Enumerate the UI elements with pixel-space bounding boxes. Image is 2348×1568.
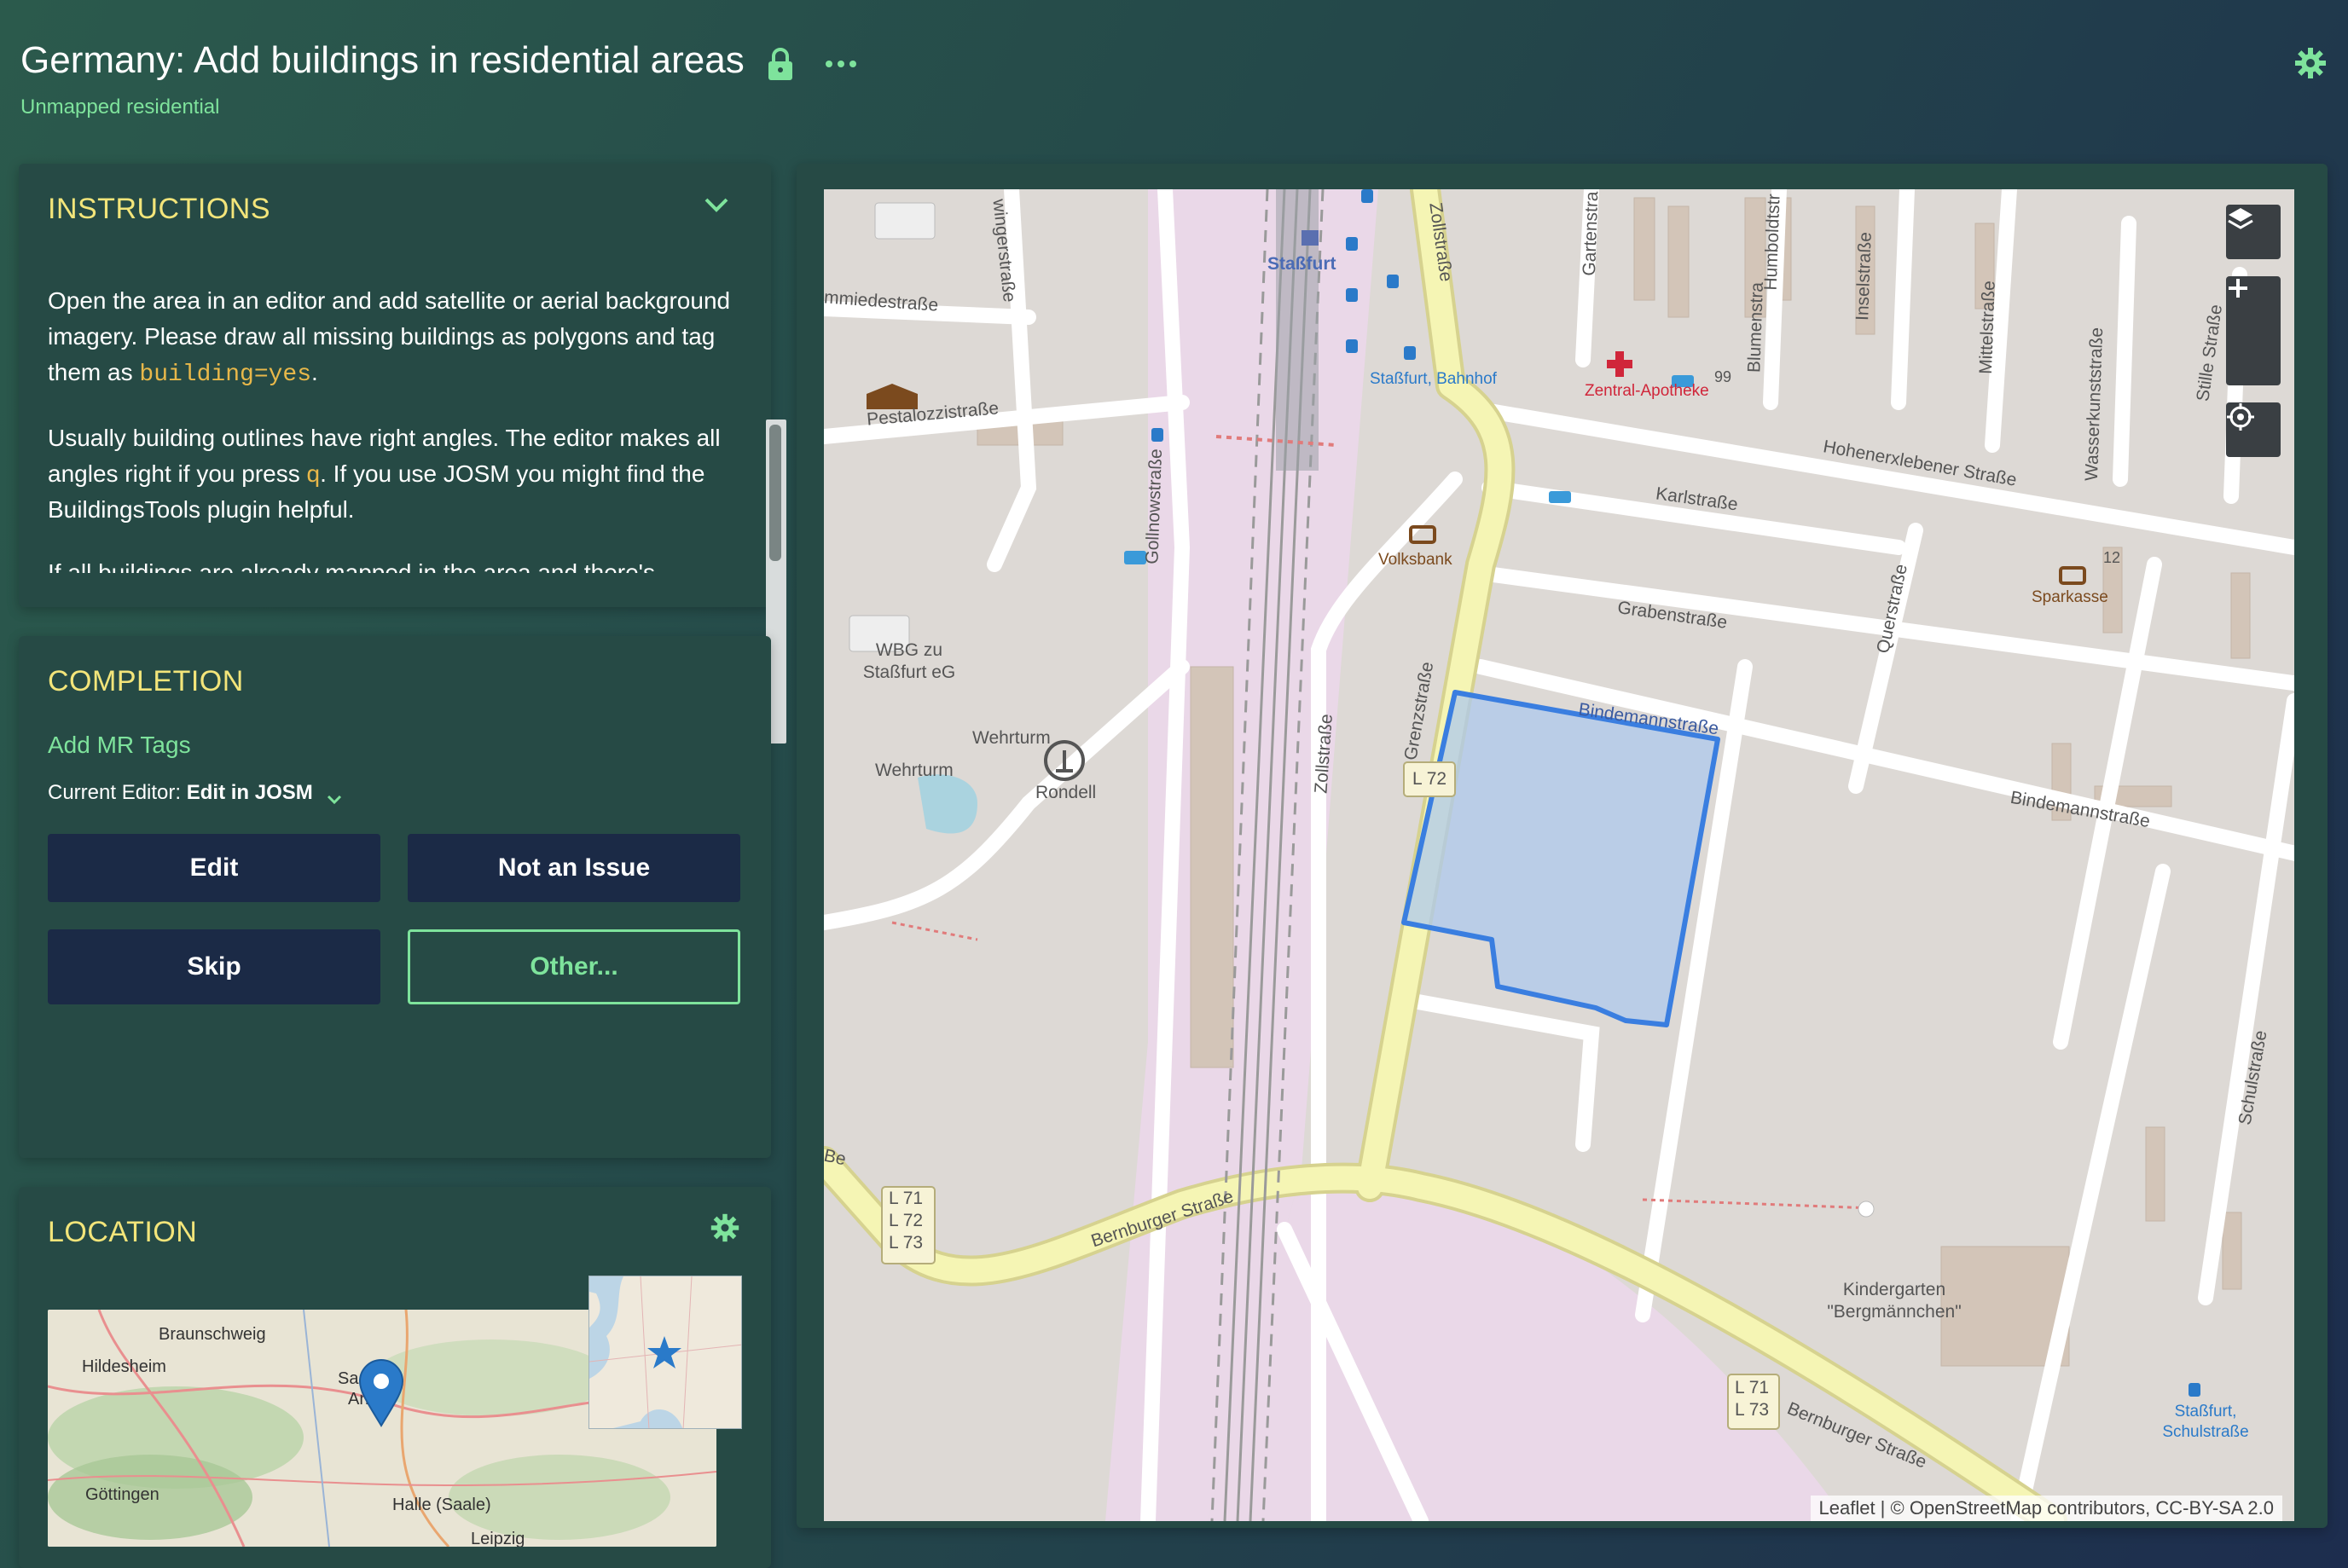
instructions-paragraph: Usually building outlines have right ang… <box>48 420 739 528</box>
map-label: L 72 <box>889 1211 924 1230</box>
task-subtitle: Unmapped residential <box>20 95 220 119</box>
map-label: L 71 <box>1735 1378 1770 1397</box>
map-label: Sparkasse <box>2032 588 2108 606</box>
instructions-panel: INSTRUCTIONS Open the area in an editor … <box>19 164 786 743</box>
layers-icon[interactable] <box>2226 205 2281 259</box>
map-tiles <box>824 189 2294 1521</box>
instructions-paragraph: Open the area in an editor and add satel… <box>48 283 739 393</box>
map-label: Kindergarten "Bergmännchen" <box>1827 1280 1962 1322</box>
editor-value[interactable]: Edit in JOSM <box>187 781 313 804</box>
completion-title: COMPLETION <box>48 665 244 697</box>
crosshair-icon[interactable] <box>2226 402 2281 457</box>
minimap-label: Hildesheim <box>82 1357 166 1376</box>
layers-control[interactable] <box>2226 205 2281 259</box>
map-label: WBG zu Staßfurt eG <box>862 640 956 682</box>
map-label: L 71 <box>889 1189 924 1208</box>
tag-code: building=yes <box>139 362 312 388</box>
map-label: Mittelstraße <box>1975 280 1999 375</box>
task-map[interactable]: Staßfurt mmiedestraße wingerstraße Pesta… <box>824 189 2294 1521</box>
task-title: Germany: Add buildings in residential ar… <box>20 39 745 81</box>
map-label: 99 <box>1714 368 1732 385</box>
scrollbar-thumb[interactable] <box>769 425 781 561</box>
map-label: Humboldtstr <box>1760 194 1784 291</box>
editor-label: Current Editor: <box>48 781 182 804</box>
minimap-label: Halle (Saale) <box>392 1496 491 1514</box>
gear-icon[interactable] <box>710 1212 740 1243</box>
location-title: LOCATION <box>48 1216 198 1248</box>
map-label: Wehrturm <box>875 761 954 780</box>
map-label: L 72 <box>1412 769 1447 789</box>
star-icon <box>647 1336 681 1368</box>
map-label: Staßfurt <box>1267 254 1336 274</box>
map-label: L 73 <box>889 1233 924 1253</box>
other-button[interactable]: Other... <box>408 929 740 1004</box>
chevron-down-icon[interactable] <box>703 194 730 215</box>
map-label: Blumenstra <box>1744 281 1767 373</box>
lock-icon[interactable] <box>766 48 795 82</box>
map-label: Be <box>824 1145 848 1170</box>
skip-button[interactable]: Skip <box>48 929 380 1004</box>
more-options-icon[interactable] <box>822 51 860 77</box>
chevron-down-icon[interactable] <box>327 788 342 804</box>
not-an-issue-button[interactable]: Not an Issue <box>408 834 740 902</box>
instructions-title: INSTRUCTIONS <box>48 193 270 225</box>
map-label: Volksbank <box>1378 551 1452 569</box>
overview-inset-map[interactable] <box>588 1276 742 1429</box>
instructions-text-span: . <box>311 359 318 385</box>
zoom-out-icon[interactable] <box>2226 286 2281 385</box>
task-header: Germany: Add buildings in residential ar… <box>20 34 2328 128</box>
map-attribution[interactable]: Leaflet | © OpenStreetMap contributors, … <box>1810 1496 2282 1521</box>
instructions-text: Open the area in an editor and add satel… <box>48 283 739 573</box>
map-label: Rondell <box>1035 783 1097 802</box>
map-label: 12 <box>2103 549 2121 566</box>
map-label: Staßfurt, Bahnhof <box>1370 370 1497 388</box>
location-pin-icon <box>358 1359 404 1427</box>
shortcut-key: q <box>306 460 321 487</box>
map-label: Inselstraße <box>1852 231 1876 321</box>
map-label: Gollnowstraße <box>1142 448 1167 565</box>
editor-selector[interactable]: Current Editor: Edit in JOSM <box>48 781 342 805</box>
edit-button[interactable]: Edit <box>48 834 380 902</box>
map-label: Wehrturm <box>972 728 1051 748</box>
completion-panel: COMPLETION Add MR Tags Current Editor: E… <box>19 636 771 1158</box>
map-label: L 73 <box>1735 1400 1770 1420</box>
locate-control[interactable] <box>2226 402 2281 457</box>
minimap-label: Sa <box>338 1369 359 1388</box>
map-label: Staßfurt, Schulstraße <box>2162 1403 2249 1441</box>
zoom-control <box>2226 276 2281 385</box>
instructions-paragraph: If all buildings are already mapped in t… <box>48 559 656 573</box>
minimap-label: Göttingen <box>85 1485 159 1504</box>
map-label: Zentral-Apotheke <box>1585 382 1709 400</box>
settings-gear-icon[interactable] <box>2293 46 2328 80</box>
minimap-label: Braunschweig <box>159 1325 266 1344</box>
minimap-label: Leipzig <box>471 1530 525 1547</box>
add-mr-tags-link[interactable]: Add MR Tags <box>48 732 191 759</box>
map-label: Gartenstra <box>1579 191 1603 276</box>
location-panel: LOCATION Braunschweig Hildesheim Sa An G… <box>19 1187 771 1568</box>
